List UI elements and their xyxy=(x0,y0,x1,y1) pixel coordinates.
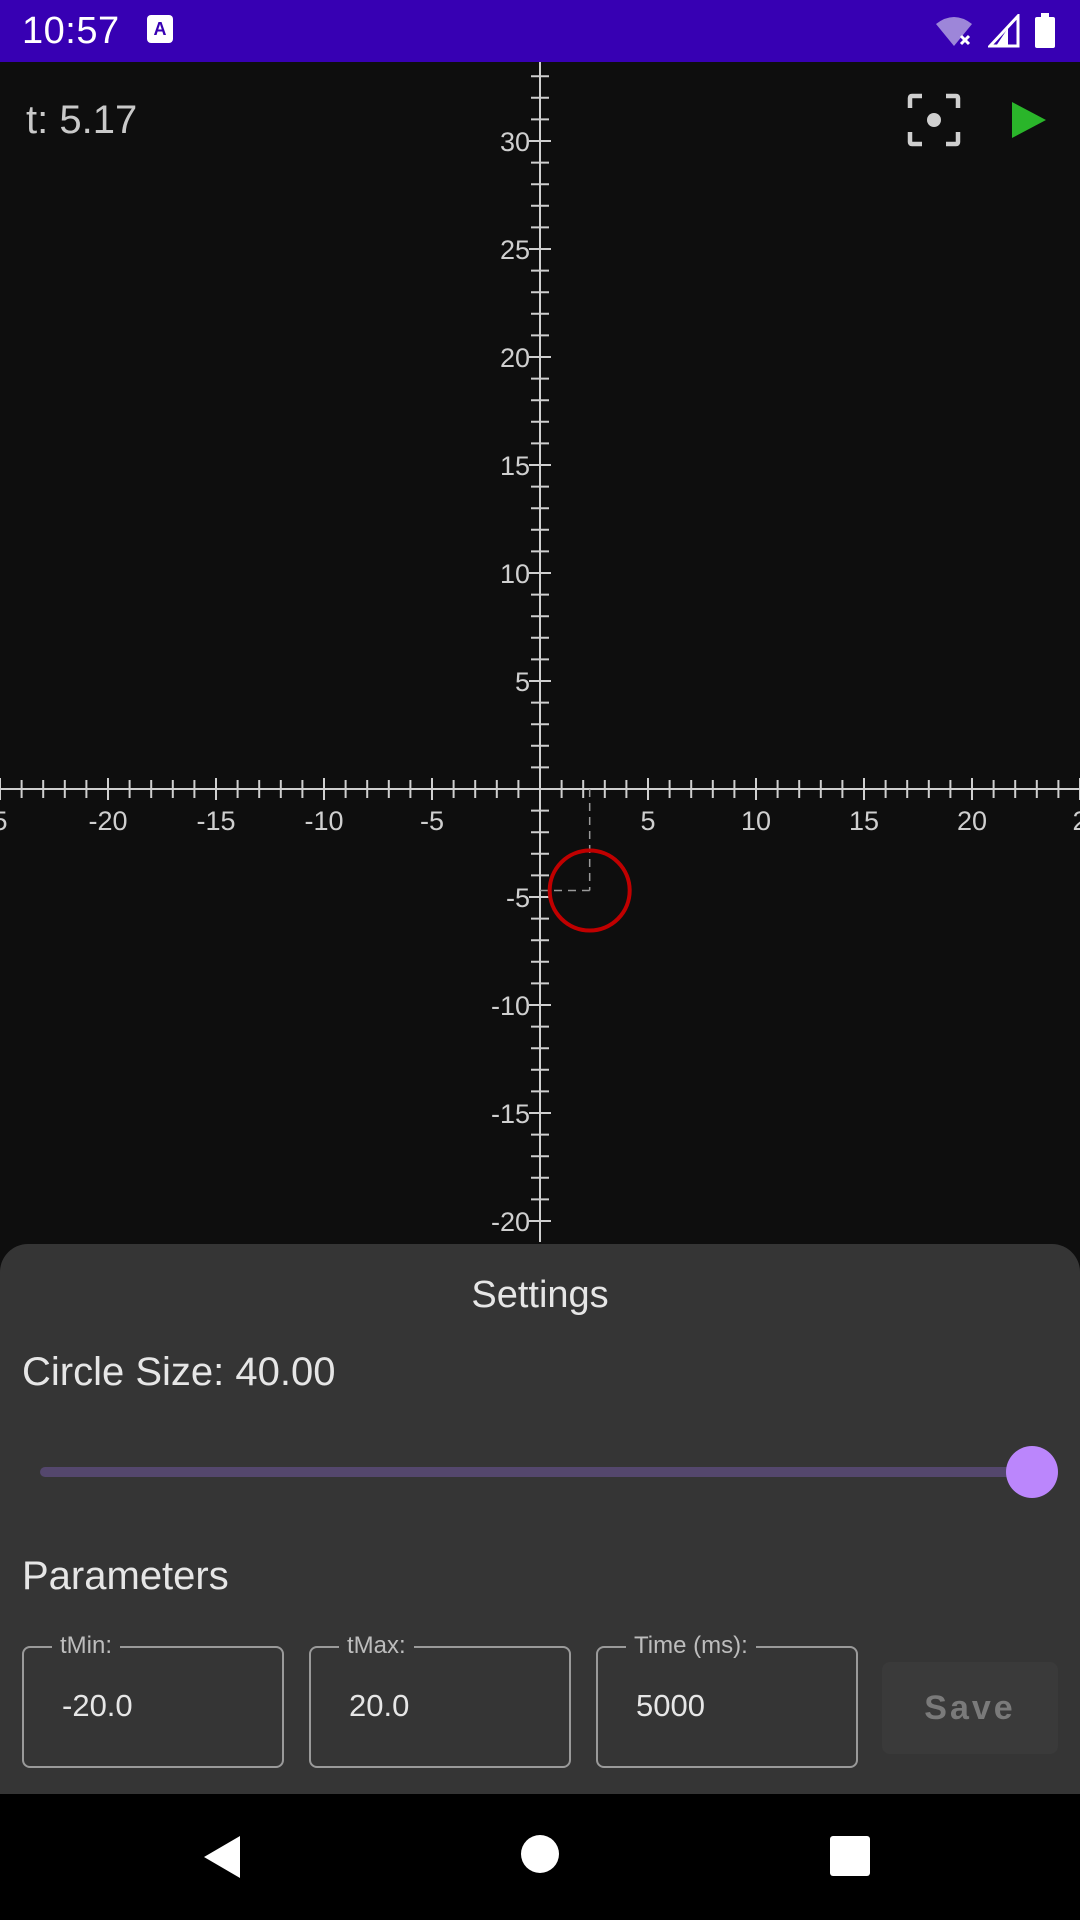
tmin-field-label: tMin: xyxy=(52,1632,121,1660)
battery-icon xyxy=(1035,13,1055,48)
tmax-field-label: tMax: xyxy=(339,1632,414,1660)
parameters-title: Parameters xyxy=(22,1554,229,1598)
save-button[interactable]: Save xyxy=(882,1662,1058,1754)
navigation-bar xyxy=(0,1794,1080,1920)
x-tick-label: -20 xyxy=(88,806,127,836)
plot-area[interactable]: 5 -20 -15 -10 -5 5 10 15 20 2 30 25 20 15 10 5 -5 -10 -15 -… xyxy=(0,62,1080,1242)
settings-sheet: Settings Circle Size: 40.00 Parameters t… xyxy=(0,1244,1080,1794)
circle-size-slider[interactable] xyxy=(40,1444,1058,1500)
tmin-field-value[interactable]: -20.0 xyxy=(62,1688,133,1724)
x-tick-label: 5 xyxy=(640,806,655,836)
x-tick-label: 2 xyxy=(1072,806,1080,836)
time-readout: t: 5.17 xyxy=(26,98,138,142)
time-ms-field[interactable]: Time (ms): 5000 xyxy=(596,1632,858,1768)
tmax-field-value[interactable]: 20.0 xyxy=(349,1688,409,1724)
circle-size-label: Circle Size: 40.00 xyxy=(22,1350,336,1394)
play-icon[interactable] xyxy=(1006,98,1050,142)
time-ms-field-value[interactable]: 5000 xyxy=(636,1688,705,1724)
x-tick-label: 20 xyxy=(957,806,987,836)
y-tick-label: -15 xyxy=(491,1099,530,1129)
x-tick-label: 5 xyxy=(0,806,8,836)
settings-title: Settings xyxy=(471,1274,609,1316)
recents-icon[interactable] xyxy=(830,1836,870,1876)
y-tick-label: 10 xyxy=(500,559,530,589)
y-tick-label: 5 xyxy=(515,667,530,697)
wifi-off-icon xyxy=(936,17,972,46)
x-tick-label: -10 xyxy=(304,806,343,836)
y-tick-label: 30 xyxy=(500,127,530,157)
x-tick-label: 10 xyxy=(741,806,771,836)
home-icon[interactable] xyxy=(520,1834,560,1874)
x-tick-label: -5 xyxy=(420,806,444,836)
svg-text:A: A xyxy=(154,19,167,39)
status-bar: 10:57 A xyxy=(0,0,1080,62)
y-tick-label: 20 xyxy=(500,343,530,373)
tmax-field[interactable]: tMax: 20.0 xyxy=(309,1632,571,1768)
signal-icon xyxy=(988,14,1020,48)
y-tick-label: -5 xyxy=(506,883,530,913)
slider-track[interactable] xyxy=(40,1467,1030,1477)
x-tick-label: 15 xyxy=(849,806,879,836)
center-focus-icon[interactable] xyxy=(906,92,962,148)
coordinate-plot[interactable]: 5 -20 -15 -10 -5 5 10 15 20 2 30 25 20 15 10 5 -5 -10 -15 -… xyxy=(0,62,1080,1242)
y-tick-label: 25 xyxy=(500,235,530,265)
status-icons xyxy=(934,12,1056,50)
back-icon[interactable] xyxy=(200,1834,244,1880)
y-tick-label: -10 xyxy=(491,991,530,1021)
time-ms-field-label: Time (ms): xyxy=(626,1632,756,1660)
slider-thumb[interactable] xyxy=(1006,1446,1058,1498)
y-tick-label: 15 xyxy=(500,451,530,481)
y-tick-label: -20 xyxy=(491,1207,530,1237)
status-time: 10:57 xyxy=(22,10,120,52)
keyboard-notification-icon: A xyxy=(147,15,173,43)
x-tick-label: -15 xyxy=(196,806,235,836)
tmin-field[interactable]: tMin: -20.0 xyxy=(22,1632,284,1768)
